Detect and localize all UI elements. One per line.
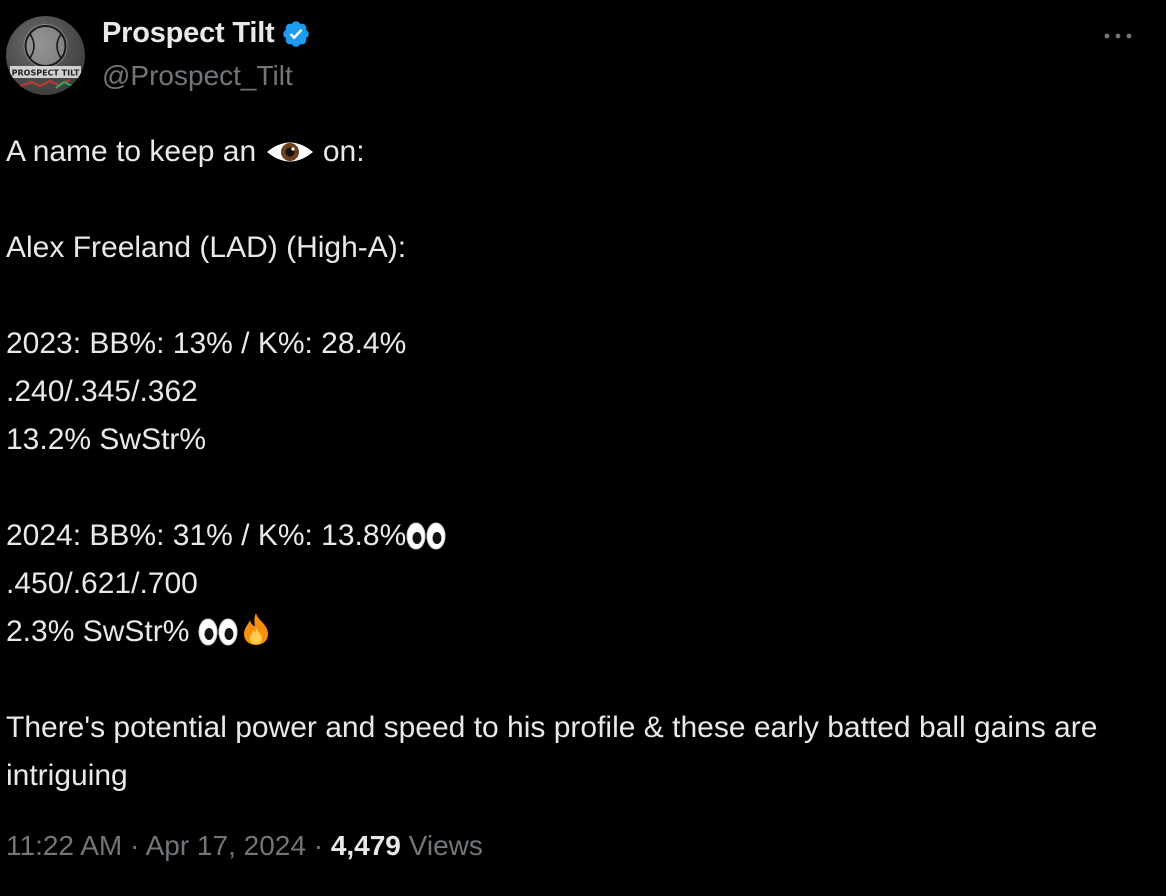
- tweet-line: 2.3% SwStr%: [6, 608, 1156, 656]
- author-handle[interactable]: @Prospect_Tilt: [102, 60, 293, 92]
- eye-emoji-icon: [265, 134, 315, 182]
- tweet-line-6-text: 2024: BB%: 31% / K%: 13.8%: [6, 519, 407, 552]
- views-label[interactable]: Views: [409, 830, 483, 861]
- baseball-logo-icon: PROSPECT TILT: [10, 24, 81, 89]
- tweet-line: A name to keep an on:: [6, 128, 1156, 176]
- tweet-line-8-text: 2.3% SwStr%: [6, 615, 190, 648]
- tweet-text: A name to keep an on: Alex Freeland (LAD…: [6, 128, 1156, 800]
- tweet-line-1-end: on:: [322, 135, 365, 168]
- author-display-name[interactable]: Prospect Tilt: [102, 17, 311, 50]
- ellipsis-icon: [1104, 33, 1132, 39]
- tweet-metadata: 11:22 AM · Apr 17, 2024 · 4,479 Views: [6, 830, 483, 862]
- tweet-line: .240/.345/.362: [6, 375, 198, 408]
- eyes-emoji-icon: [198, 614, 238, 662]
- tweet-date[interactable]: Apr 17, 2024: [146, 830, 306, 861]
- display-name-text[interactable]: Prospect Tilt: [102, 17, 275, 50]
- author-avatar[interactable]: PROSPECT TILT: [6, 16, 85, 95]
- fire-emoji-icon: [238, 611, 274, 662]
- tweet-line: 2024: BB%: 31% / K%: 13.8%: [6, 512, 1156, 560]
- tweet: PROSPECT TILT Prospect Tilt @Prospect_Ti…: [0, 0, 1166, 896]
- meta-separator: ·: [313, 830, 324, 861]
- tweet-line: There's potential power and speed to his…: [6, 711, 1098, 792]
- eyes-emoji-icon: [406, 518, 446, 566]
- tweet-line: Alex Freeland (LAD) (High-A):: [6, 231, 407, 264]
- views-count[interactable]: 4,479: [331, 830, 401, 861]
- tweet-line: 13.2% SwStr%: [6, 423, 207, 456]
- meta-separator: ·: [130, 830, 140, 861]
- tweet-line-1-start: A name to keep an: [6, 135, 257, 168]
- avatar-wordmark: PROSPECT TILT: [12, 69, 80, 78]
- more-options-button[interactable]: [1100, 22, 1136, 50]
- tweet-time[interactable]: 11:22 AM: [6, 830, 122, 861]
- tweet-line: 2023: BB%: 13% / K%: 28.4%: [6, 327, 407, 360]
- verified-badge-icon[interactable]: [281, 19, 311, 49]
- tweet-line: .450/.621/.700: [6, 567, 198, 600]
